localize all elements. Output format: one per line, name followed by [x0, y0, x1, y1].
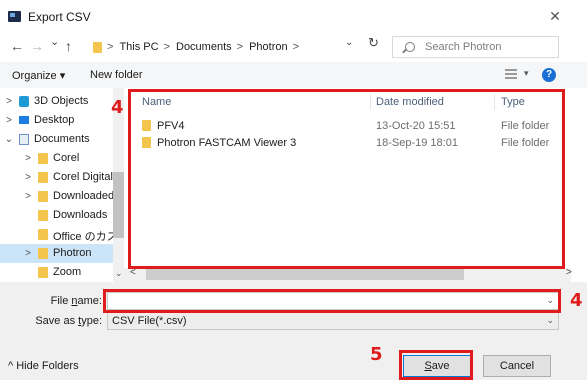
folder-icon: [38, 210, 48, 221]
expand-chevron-icon[interactable]: >: [23, 191, 33, 202]
file-name-highlight-box: [103, 289, 561, 313]
address-dropdown-icon[interactable]: ⌄: [345, 37, 353, 48]
search-input[interactable]: Search Photron: [392, 36, 559, 58]
sidebar-item-label: Corel: [53, 152, 80, 164]
horizontal-scroll-thumb[interactable]: [146, 269, 464, 280]
save-button-highlight-box: [399, 350, 473, 380]
sidebar-item-office[interactable]: Office のカスタ: [0, 225, 124, 244]
expand-chevron-icon[interactable]: >: [4, 115, 14, 126]
folder-icon: [38, 229, 48, 240]
title-bar: Export CSV ✕: [0, 0, 587, 32]
sidebar-item-downloaded[interactable]: > Downloaded: [0, 187, 114, 206]
sidebar-item-label: 3D Objects: [34, 95, 89, 107]
sidebar-item-label: Documents: [34, 133, 90, 145]
help-icon[interactable]: ?: [542, 68, 556, 82]
callout-number-save: 5: [370, 344, 383, 365]
save-as-type-value: CSV File(*.csv): [112, 315, 187, 327]
save-as-type-label: Save as type:: [35, 315, 102, 327]
expand-chevron-icon[interactable]: >: [23, 153, 33, 164]
close-icon[interactable]: ✕: [545, 6, 565, 26]
documents-icon: [19, 134, 29, 145]
search-icon: [405, 42, 415, 52]
breadcrumb-documents[interactable]: Documents: [176, 41, 232, 53]
search-placeholder: Search Photron: [425, 41, 502, 53]
recent-locations-chevron-icon[interactable]: ⌄: [50, 35, 59, 48]
sidebar-scroll-thumb[interactable]: [113, 172, 124, 238]
desktop-icon: [19, 116, 29, 124]
expand-chevron-icon[interactable]: >: [4, 96, 14, 107]
navigation-pane: > 3D Objects > Desktop ⌄ Documents > Cor…: [0, 88, 124, 282]
sidebar-item-documents[interactable]: ⌄ Documents: [0, 130, 114, 149]
scroll-down-icon[interactable]: ⌄: [115, 268, 123, 279]
folder-icon: [38, 191, 48, 202]
callout-number-file-list: 4: [111, 97, 124, 118]
callout-number-file-name: 4: [570, 290, 583, 311]
new-folder-button[interactable]: New folder: [90, 69, 143, 81]
export-csv-dialog: Export CSV ✕ ← → ⌄ ↑ > This PC > Documen…: [0, 0, 587, 380]
scroll-right-icon[interactable]: >: [566, 267, 572, 278]
folder-icon: [38, 267, 48, 278]
file-list-highlight-box: [128, 89, 565, 269]
view-options-icon[interactable]: [505, 69, 517, 80]
sidebar-item-label: Desktop: [34, 114, 75, 126]
expand-chevron-icon[interactable]: >: [23, 248, 33, 259]
folder-icon: [38, 248, 48, 259]
expand-chevron-icon[interactable]: >: [23, 172, 33, 183]
hide-folders-button[interactable]: ^ Hide Folders: [8, 360, 79, 372]
breadcrumb-separator: >: [163, 41, 170, 53]
sidebar-item-desktop[interactable]: > Desktop: [0, 111, 114, 130]
forward-arrow-icon[interactable]: →: [30, 38, 44, 54]
up-arrow-icon[interactable]: ↑: [65, 38, 72, 54]
file-name-label: File name:: [50, 295, 102, 307]
address-row: ← → ⌄ ↑ > This PC > Documents > Photron …: [0, 32, 587, 62]
folder-icon: [38, 153, 48, 164]
sidebar-item-3d-objects[interactable]: > 3D Objects: [0, 92, 114, 111]
sidebar-item-zoom[interactable]: Zoom: [0, 263, 114, 282]
breadcrumb-this-pc[interactable]: This PC: [119, 41, 158, 53]
organize-button[interactable]: Organize ▾: [12, 69, 65, 82]
sidebar-item-downloads[interactable]: Downloads: [0, 206, 114, 225]
back-arrow-icon[interactable]: ←: [10, 38, 24, 54]
folder-icon: [38, 172, 48, 183]
cancel-button[interactable]: Cancel: [483, 355, 551, 377]
breadcrumb-photron[interactable]: Photron: [249, 41, 288, 53]
breadcrumb-separator: >: [236, 41, 244, 53]
sidebar-item-label: Zoom: [53, 266, 82, 278]
app-icon: [8, 11, 21, 22]
address-bar[interactable]: > This PC > Documents > Photron >: [85, 36, 361, 58]
sidebar-item-label: Downloaded: [53, 190, 115, 202]
breadcrumb-separator: >: [292, 41, 300, 53]
save-as-type-select[interactable]: CSV File(*.csv) ⌄: [107, 312, 559, 330]
collapse-chevron-icon[interactable]: ⌄: [4, 134, 14, 145]
dialog-title: Export CSV: [28, 10, 91, 24]
refresh-icon[interactable]: ↻: [368, 35, 379, 51]
sidebar-item-corel[interactable]: > Corel: [0, 149, 114, 168]
save-as-type-dropdown-icon[interactable]: ⌄: [546, 315, 554, 326]
sidebar-item-corel-digital[interactable]: > Corel Digital S: [0, 168, 123, 187]
view-dropdown-icon[interactable]: ▾: [524, 68, 529, 79]
sidebar-item-label: Downloads: [53, 209, 108, 221]
3d-objects-icon: [19, 96, 29, 107]
breadcrumb-separator: >: [107, 41, 114, 53]
sidebar-item-label: Photron: [53, 247, 92, 259]
sidebar-item-photron[interactable]: > Photron: [0, 244, 114, 263]
folder-icon: [93, 41, 102, 53]
command-bar: Organize ▾ New folder ▾ ?: [0, 62, 587, 88]
